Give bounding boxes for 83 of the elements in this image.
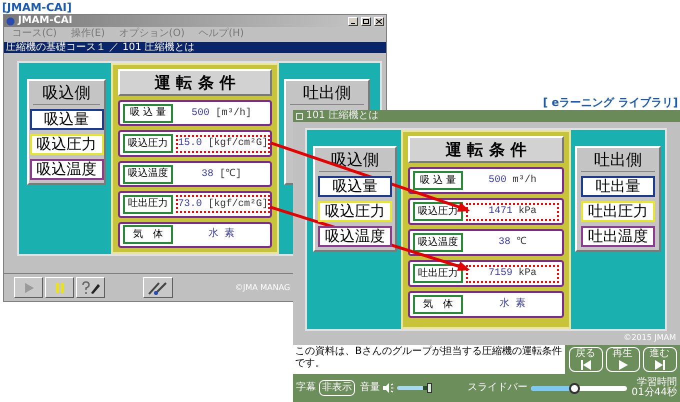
- condition-label: 気 体: [413, 295, 463, 314]
- panel-title: 吐出側: [581, 152, 655, 172]
- condition-label: 吸込温度: [413, 233, 463, 252]
- close-button[interactable]: [374, 16, 384, 26]
- unit-text: kPa: [518, 266, 537, 281]
- window-title: JMAM-CAI: [18, 16, 72, 26]
- close-icon: [376, 18, 382, 24]
- skip-back-icon: [580, 360, 592, 370]
- menu-item[interactable]: 操作(E): [70, 28, 105, 38]
- unit-text: [kgf/cm²G]: [208, 136, 268, 152]
- value-text: 15.0: [178, 137, 202, 152]
- condition-label: 吸込温度: [123, 164, 173, 184]
- menu-item[interactable]: ヘルプ(H): [198, 28, 244, 38]
- value-text: 水 素: [208, 227, 234, 242]
- unit-text: kPa: [518, 204, 537, 219]
- toolbar-button[interactable]: [14, 277, 43, 298]
- value-text: 7159: [488, 267, 512, 281]
- copyright-text: ©JMA MANAG: [235, 282, 290, 294]
- app-icon: [6, 16, 15, 26]
- panel-item: 吐出圧力: [581, 201, 655, 222]
- seek-slider[interactable]: [530, 386, 627, 390]
- window-title: 101 圧縮機とは: [306, 111, 378, 121]
- nav-button[interactable]: 再生: [606, 347, 640, 372]
- value-text: 38: [498, 236, 510, 250]
- toolbar-button[interactable]: [45, 277, 74, 298]
- panel-header: 運 転 条 件: [118, 69, 272, 96]
- value-text: 73.0: [178, 198, 202, 212]
- caption-box: この資料は、Bさんのグループが担当する圧縮機の運転条件です。: [293, 345, 565, 374]
- panel-item: 吸込圧力: [318, 201, 392, 222]
- hide-subtitle-button[interactable]: 非表示: [319, 380, 355, 396]
- condition-label: 吸込圧力: [123, 134, 173, 154]
- value-text: 水 素: [499, 297, 526, 312]
- panel-title: 吐出側: [290, 85, 364, 105]
- volume-label: 音量: [360, 383, 380, 393]
- nav-button[interactable]: 進む: [642, 347, 676, 372]
- question-pencil-icon: [80, 280, 100, 294]
- maximize-icon: [363, 18, 369, 24]
- unit-text: [kgf/cm²G]: [208, 198, 268, 212]
- menu-item[interactable]: コース(C): [12, 28, 57, 38]
- skip-forward-icon: [654, 360, 666, 370]
- unit-text: ℃: [516, 236, 526, 250]
- unit-text: m³/h: [512, 174, 537, 188]
- panel-item: 吐出温度: [581, 226, 655, 247]
- breadcrumb-bar: 圧縮機の基礎コース１ ／ 101 圧縮機とは: [4, 42, 386, 53]
- panel-header: 運 転 条 件: [408, 136, 564, 163]
- seek-thumb[interactable]: [568, 382, 580, 394]
- window-icon: [296, 112, 303, 120]
- study-time-label: 学習時間: [637, 378, 677, 388]
- panel-item: 吸込量: [30, 109, 104, 130]
- pause-icon: [54, 282, 64, 294]
- tools-icon: [147, 280, 169, 296]
- study-time-value: 01分44秒: [632, 388, 677, 398]
- toolbar-button[interactable]: [76, 277, 105, 298]
- panel-item: 吐出量: [581, 176, 655, 197]
- toolbar-button[interactable]: [143, 277, 173, 298]
- panel-item: 吸込温度: [30, 159, 104, 180]
- panel-item: 吸込量: [318, 176, 392, 197]
- nav-button[interactable]: 戻る: [568, 347, 602, 372]
- condition-label: 気 体: [123, 225, 173, 244]
- value-text: 1471: [488, 205, 512, 219]
- section-label: [JMAM-CAI]: [2, 0, 72, 16]
- copyright-text: ©2015 JMAM: [623, 332, 676, 344]
- play-icon: [616, 360, 628, 370]
- speaker-icon: [383, 383, 394, 393]
- menu-item[interactable]: オプション(O): [118, 28, 185, 38]
- condition-label: 吸 込 量: [413, 171, 463, 190]
- unit-text: [m³/h]: [216, 106, 252, 121]
- play-icon: [22, 282, 34, 294]
- value-text: 38: [201, 168, 214, 182]
- value-text: 500: [191, 106, 210, 121]
- volume-thumb[interactable]: [427, 383, 432, 393]
- seek-label: スライドバー: [468, 383, 528, 393]
- panel-item: 吸込圧力: [30, 134, 104, 155]
- section-label: [ eラーニング ライブラリ]: [542, 95, 678, 111]
- maximize-button[interactable]: [361, 16, 371, 26]
- minimize-button[interactable]: [348, 16, 358, 26]
- panel-item: 吸込温度: [318, 226, 392, 247]
- value-text: 500: [488, 174, 506, 188]
- panel-title: 吸込側: [32, 85, 100, 105]
- unit-text: [℃]: [220, 168, 242, 182]
- condition-label: 吸 込 量: [123, 104, 173, 123]
- condition-label: 吐出圧力: [123, 194, 173, 214]
- subtitle-label: 字幕: [296, 383, 316, 393]
